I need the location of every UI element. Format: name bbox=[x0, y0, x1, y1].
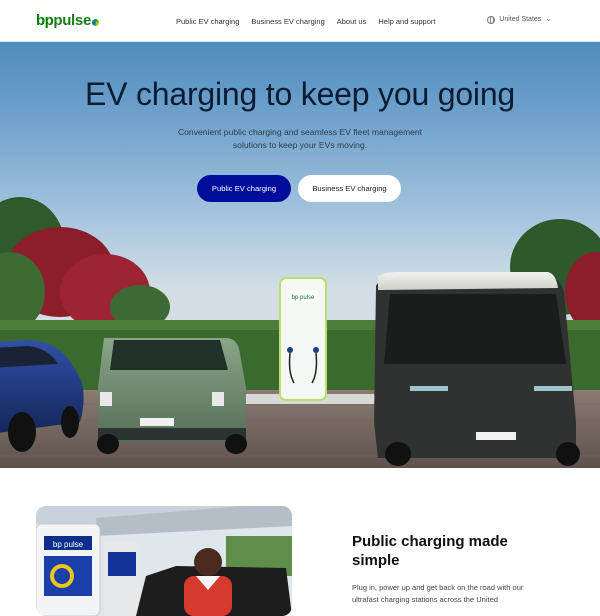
hero-title: EV charging to keep you going bbox=[84, 76, 516, 112]
electric-van bbox=[374, 272, 580, 466]
section-body: Plug in, power up and get back on the ro… bbox=[352, 583, 524, 604]
charging-station: bp pulse bbox=[279, 277, 327, 401]
logo-bp-text: bp bbox=[36, 12, 54, 29]
business-ev-charging-button[interactable]: Business EV charging bbox=[298, 175, 401, 202]
main-nav: Public EV charging Business EV charging … bbox=[176, 0, 447, 42]
public-charging-section: bp pulse Public charging made simple Plu… bbox=[0, 468, 600, 616]
section-title: Public charging made simple bbox=[352, 533, 508, 569]
nav-public-ev-charging[interactable]: Public EV charging bbox=[176, 17, 239, 26]
charger-logo-text: bp pulse bbox=[292, 295, 315, 301]
logo-mark-icon bbox=[92, 19, 100, 26]
nav-help-and-support[interactable]: Help and support bbox=[378, 17, 435, 26]
green-car bbox=[97, 338, 247, 454]
hero-subtitle: Convenient public charging and seamless … bbox=[177, 127, 423, 150]
trees-left bbox=[0, 197, 170, 332]
region-selector[interactable]: United States ⌄ bbox=[487, 14, 552, 24]
region-label: United States bbox=[499, 16, 542, 23]
logo-pulse-text: pulse bbox=[53, 12, 92, 29]
chevron-down-icon: ⌄ bbox=[545, 14, 552, 23]
site-header: bp pulse Public EV charging Business EV … bbox=[0, 0, 600, 42]
nav-business-ev-charging[interactable]: Business EV charging bbox=[251, 17, 324, 26]
globe-icon bbox=[487, 15, 496, 24]
public-ev-charging-button[interactable]: Public EV charging bbox=[197, 175, 291, 202]
bp-pulse-logo[interactable]: bp pulse bbox=[36, 12, 100, 30]
nav-about-us[interactable]: About us bbox=[337, 17, 367, 26]
svg-text:bp pulse: bp pulse bbox=[53, 540, 84, 549]
hero-section: bp pulse EV charging to keep you going C… bbox=[0, 42, 600, 468]
